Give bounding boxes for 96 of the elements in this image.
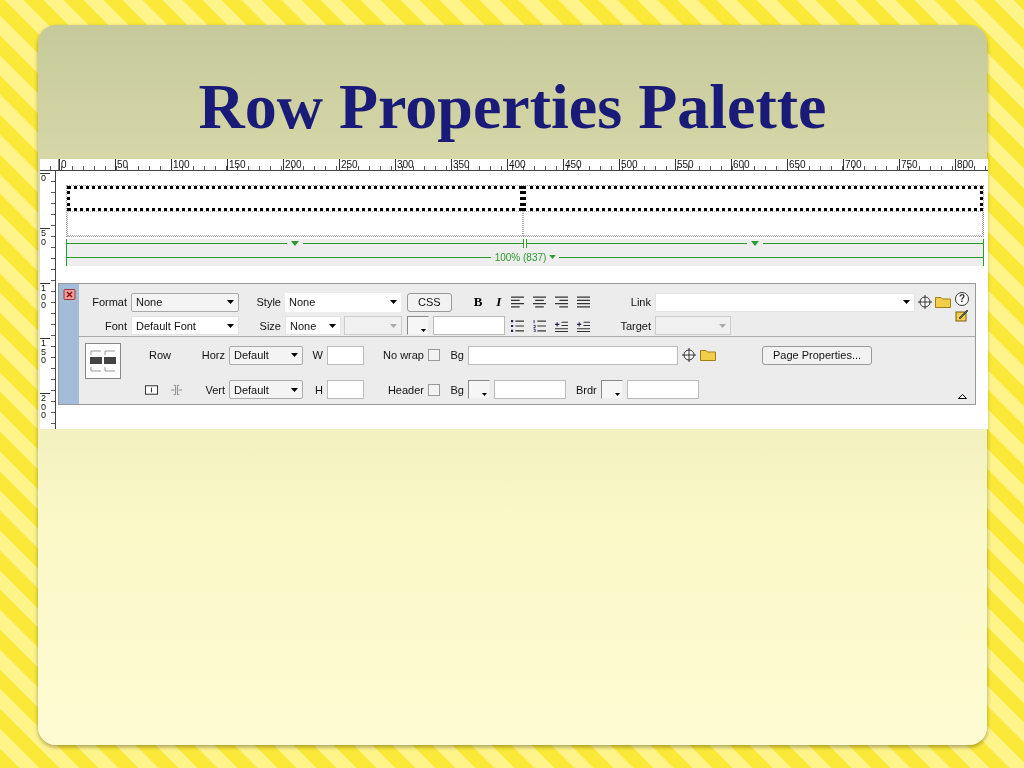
align-center-icon[interactable]: [533, 296, 546, 309]
ruler-label: 50: [115, 159, 171, 170]
caret-icon: [719, 323, 726, 328]
format-label: Format: [91, 296, 127, 309]
table-row-icon: [85, 343, 121, 379]
bg-color-picker[interactable]: [468, 380, 490, 400]
bg-color-field[interactable]: [494, 380, 566, 400]
bold-button[interactable]: B: [469, 294, 487, 311]
outdent-icon[interactable]: [555, 319, 568, 332]
bg-image-label: Bg: [449, 349, 464, 362]
font-dropdown[interactable]: Default Font: [131, 316, 239, 336]
caret-icon: [227, 323, 234, 328]
numbered-list-icon[interactable]: [533, 319, 546, 332]
ruler-label: 600: [731, 159, 787, 170]
page-properties-button[interactable]: Page Properties...: [762, 345, 873, 365]
horz-dropdown[interactable]: Default: [229, 345, 303, 365]
bullet-list-icon[interactable]: [511, 319, 524, 332]
ruler-label: 550: [675, 159, 731, 170]
table-cell[interactable]: [523, 211, 983, 236]
header-label: Header: [386, 383, 424, 396]
caret-icon: [903, 300, 910, 305]
caret-icon: [291, 387, 298, 392]
ruler-label: 400: [507, 159, 563, 170]
ruler-label: 450: [563, 159, 619, 170]
border-color-picker[interactable]: [600, 380, 623, 400]
link-label: Link: [629, 296, 651, 309]
row-label: Row: [148, 349, 172, 362]
css-button[interactable]: CSS: [407, 292, 452, 312]
caret-icon[interactable]: [549, 255, 557, 259]
ruler-label: 350: [451, 159, 507, 170]
italic-button[interactable]: I: [490, 294, 507, 311]
font-label: Font: [104, 319, 127, 332]
vert-dropdown[interactable]: Default: [229, 380, 303, 400]
folder-icon[interactable]: [700, 349, 716, 362]
bg-image-field[interactable]: [468, 345, 678, 365]
ruler-label: 250: [339, 159, 395, 170]
collapse-icon[interactable]: [958, 394, 967, 400]
ruler-label: 200: [40, 393, 50, 429]
bg-color-label: Bg: [449, 383, 464, 396]
align-right-icon[interactable]: [555, 296, 568, 309]
crosshair-icon[interactable]: [682, 348, 696, 363]
format-dropdown[interactable]: None: [131, 292, 239, 312]
width-label: W: [311, 349, 323, 362]
ruler-label: 150: [227, 159, 283, 170]
vert-label: Vert: [204, 383, 225, 396]
ruler-label: 650: [787, 159, 843, 170]
caret-icon: [390, 323, 397, 328]
no-wrap-label: No wrap: [382, 349, 424, 362]
border-color-field[interactable]: [626, 380, 699, 400]
crosshair-icon[interactable]: [918, 295, 932, 310]
width-field[interactable]: [327, 345, 364, 365]
ruler-label: 200: [283, 159, 339, 170]
align-left-icon[interactable]: [511, 296, 524, 309]
table-cell[interactable]: [67, 186, 523, 211]
target-label: Target: [619, 319, 651, 332]
ruler-label: 300: [395, 159, 451, 170]
edit-icon[interactable]: [955, 308, 969, 322]
ruler-label: 100: [171, 159, 227, 170]
caret-icon: [329, 323, 336, 328]
caret-icon: [390, 300, 397, 305]
horz-label: Horz: [200, 349, 225, 362]
caret-icon: [421, 329, 426, 333]
caret-icon: [482, 393, 487, 397]
text-color-picker[interactable]: [407, 316, 429, 336]
height-field[interactable]: [327, 380, 364, 400]
height-label: H: [314, 383, 323, 396]
ruler-label: 500: [619, 159, 675, 170]
justify-icon[interactable]: [577, 296, 590, 309]
header-checkbox[interactable]: [428, 383, 440, 396]
ruler-label: 0: [40, 173, 50, 228]
ruler-label: 50: [40, 228, 50, 283]
caret-icon: [291, 353, 298, 358]
table-cell[interactable]: [67, 211, 523, 236]
table-cell[interactable]: [523, 186, 983, 211]
size-label: Size: [258, 319, 281, 332]
link-field[interactable]: [655, 292, 915, 312]
no-wrap-checkbox[interactable]: [428, 349, 440, 362]
split-cell-icon[interactable]: [170, 383, 183, 396]
ruler-label: 700: [843, 159, 899, 170]
ruler-label: 100: [40, 283, 50, 338]
help-button[interactable]: ?: [955, 292, 969, 306]
size-dropdown[interactable]: None: [285, 316, 341, 336]
border-label: Brdr: [576, 383, 597, 396]
merge-cells-icon[interactable]: [145, 383, 158, 396]
ruler-label: 750: [899, 159, 955, 170]
ruler-label: 0: [59, 159, 115, 170]
indent-icon[interactable]: [577, 319, 590, 332]
text-color-field[interactable]: [433, 316, 505, 336]
style-label: Style: [255, 296, 281, 309]
ruler-label: 150: [40, 338, 50, 393]
caret-icon: [614, 393, 620, 397]
ruler-label: 800: [955, 159, 988, 170]
style-dropdown[interactable]: None: [285, 292, 401, 312]
close-icon[interactable]: [62, 289, 76, 300]
folder-icon[interactable]: [935, 296, 951, 309]
caret-icon: [227, 300, 234, 305]
